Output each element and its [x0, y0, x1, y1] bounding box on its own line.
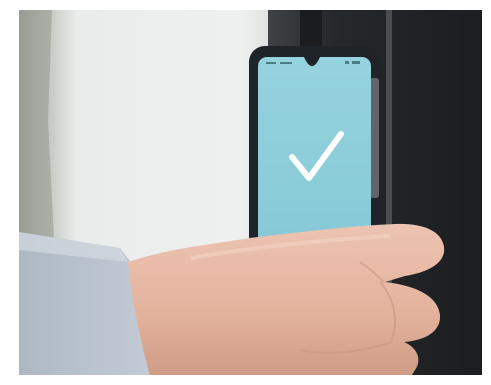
photo-scene — [0, 0, 491, 385]
phone-screen — [258, 57, 371, 247]
scene-svg — [0, 0, 491, 385]
